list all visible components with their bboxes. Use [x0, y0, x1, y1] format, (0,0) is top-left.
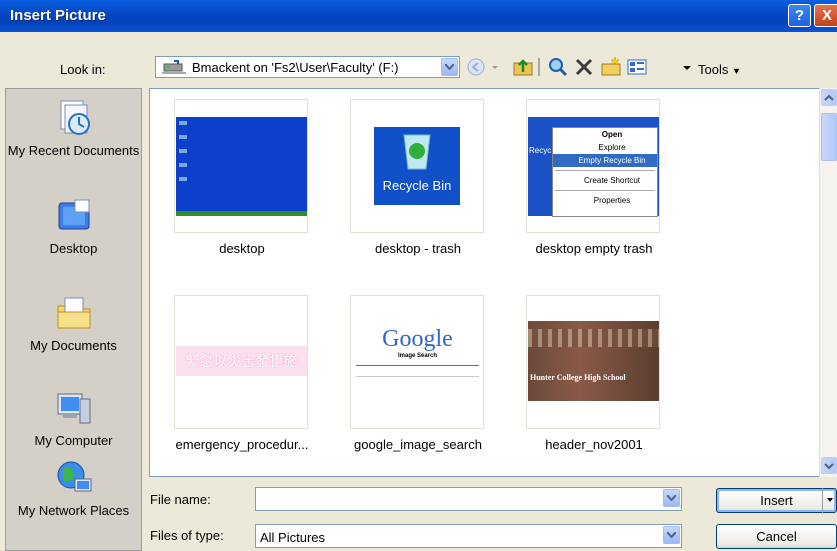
title-bar[interactable]: Insert Picture ? X — [0, 0, 837, 32]
file-thumbnail: 緊急以災害發措施 — [174, 295, 308, 429]
desktop-screenshot-image — [176, 117, 307, 216]
places-bar: My Recent Documents Desktop My Documents… — [5, 88, 142, 551]
chevron-down-icon — [667, 532, 676, 538]
look-in-combo[interactable]: Bmackent on 'Fs2\User\Faculty' (F:) — [155, 56, 460, 78]
my-documents-icon — [57, 297, 90, 329]
close-button[interactable]: X — [814, 4, 837, 27]
network-drive-icon — [162, 60, 186, 74]
file-type-dropdown-button[interactable] — [663, 526, 680, 544]
file-thumbnail: Recycle Bin — [350, 99, 484, 233]
delete-icon[interactable] — [573, 56, 595, 78]
chevron-up-icon — [824, 94, 834, 101]
file-list-scrollbar[interactable] — [819, 88, 837, 477]
file-name: desktop empty trash — [535, 241, 653, 256]
file-thumbnail: Google Image Search — [350, 295, 484, 429]
place-my-documents[interactable]: My Documents — [6, 294, 141, 354]
views-dropdown-icon[interactable] — [682, 56, 692, 78]
help-button[interactable]: ? — [788, 4, 811, 27]
file-name-input[interactable] — [255, 487, 682, 511]
scroll-down-button[interactable] — [821, 457, 837, 474]
my-computer-icon — [57, 393, 90, 424]
file-thumbnail — [174, 99, 308, 233]
network-places-icon — [57, 461, 91, 492]
chevron-down-icon — [824, 463, 834, 470]
desktop-icon — [58, 199, 89, 230]
cancel-button[interactable]: Cancel — [716, 524, 837, 549]
chevron-down-icon — [827, 498, 833, 502]
file-type-label: Files of type: — [150, 528, 224, 543]
file-name: desktop — [219, 241, 265, 256]
tools-menu[interactable]: Tools ▼ — [698, 62, 741, 77]
insert-button[interactable]: Insert — [716, 488, 837, 513]
file-name-label: File name: — [150, 492, 211, 507]
toolbar-separator — [538, 58, 540, 76]
recycle-bin-icon — [403, 134, 431, 170]
file-name: desktop - trash — [375, 241, 461, 256]
new-folder-icon[interactable] — [600, 56, 622, 78]
file-list[interactable]: desktop Recycle Bin desktop - trash Recy… — [149, 88, 837, 477]
back-dropdown-icon[interactable] — [490, 56, 500, 78]
chevron-down-icon: ▼ — [731, 66, 741, 76]
file-type-select[interactable]: All Pictures — [255, 524, 682, 548]
file-thumbnail: Recyc Open Explore Empty Recycle Bin Cre… — [526, 99, 660, 233]
tools-label: Tools — [698, 62, 729, 77]
file-thumbnail: Hunter College High School — [526, 295, 660, 429]
chevron-down-icon — [445, 64, 454, 70]
look-in-value: Bmackent on 'Fs2\User\Faculty' (F:) — [192, 60, 399, 75]
search-web-icon[interactable] — [547, 56, 569, 78]
look-in-dropdown-button[interactable] — [441, 58, 458, 76]
recent-documents-icon — [60, 100, 90, 135]
views-icon[interactable] — [626, 56, 648, 78]
hunter-college-image: Hunter College High School — [528, 321, 659, 401]
place-desktop[interactable]: Desktop — [6, 197, 141, 257]
scroll-thumb[interactable] — [821, 113, 837, 161]
context-menu-screenshot-image: Recyc Open Explore Empty Recycle Bin Cre… — [528, 117, 659, 217]
context-menu: Open Explore Empty Recycle Bin Create Sh… — [552, 127, 658, 217]
file-name: google_image_search — [354, 437, 482, 452]
place-my-network-places[interactable]: My Network Places — [6, 459, 141, 519]
place-my-computer[interactable]: My Computer — [6, 389, 141, 449]
window-title: Insert Picture — [10, 7, 106, 24]
scroll-up-button[interactable] — [821, 89, 837, 106]
back-icon[interactable] — [465, 56, 487, 78]
look-in-label: Look in: — [60, 62, 106, 77]
insert-dropdown-button[interactable] — [822, 488, 837, 513]
google-search-image: Google Image Search — [352, 326, 483, 400]
emergency-banner-image: 緊急以災害發措施 — [176, 346, 307, 376]
recycle-bin-image: Recycle Bin — [374, 127, 460, 205]
up-folder-icon[interactable] — [512, 56, 534, 78]
file-name-dropdown-button[interactable] — [663, 489, 680, 507]
file-name: header_nov2001 — [545, 437, 643, 452]
chevron-down-icon — [667, 495, 676, 501]
place-my-recent-documents[interactable]: My Recent Documents — [6, 99, 141, 159]
file-name: emergency_procedur... — [175, 437, 309, 452]
